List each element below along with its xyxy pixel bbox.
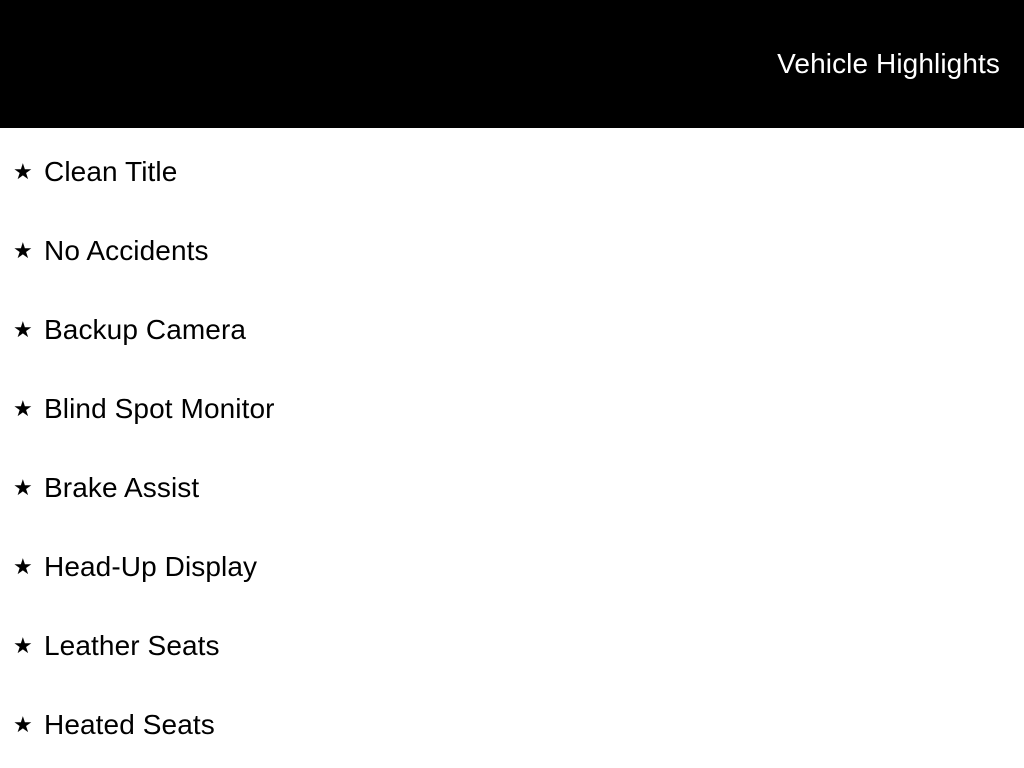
- highlight-label: Blind Spot Monitor: [44, 392, 275, 424]
- list-item: ★ Brake Assist: [0, 448, 1024, 527]
- star-icon: ★: [13, 711, 33, 737]
- list-item: ★ No Accidents: [0, 211, 1024, 290]
- page-title: Vehicle Highlights: [777, 48, 1000, 79]
- star-icon: ★: [13, 158, 33, 184]
- list-item: ★ Blind Spot Monitor: [0, 369, 1024, 448]
- highlight-label: Brake Assist: [44, 471, 200, 503]
- list-item: ★ Backup Camera: [0, 290, 1024, 369]
- star-icon: ★: [13, 632, 33, 658]
- list-item: ★ Head-Up Display: [0, 527, 1024, 606]
- highlight-label: Heated Seats: [44, 708, 215, 740]
- list-item: ★ Heated Seats: [0, 685, 1024, 764]
- star-icon: ★: [13, 316, 33, 342]
- highlight-label: Clean Title: [44, 155, 178, 187]
- list-item: ★ Leather Seats: [0, 606, 1024, 685]
- list-item: ★ Clean Title: [0, 128, 1024, 211]
- highlight-label: Leather Seats: [44, 629, 220, 661]
- star-icon: ★: [13, 395, 33, 421]
- highlight-label: No Accidents: [44, 234, 209, 266]
- highlight-label: Head-Up Display: [44, 550, 258, 582]
- highlight-label: Backup Camera: [44, 313, 247, 345]
- vehicle-highlights-list: ★ Clean Title ★ No Accidents ★ Backup Ca…: [0, 128, 1024, 764]
- star-icon: ★: [13, 553, 33, 579]
- header-bar: Vehicle Highlights: [0, 0, 1024, 128]
- star-icon: ★: [13, 474, 33, 500]
- star-icon: ★: [13, 237, 33, 263]
- vehicle-highlights-slide: Vehicle Highlights ★ Clean Title ★ No Ac…: [0, 0, 1024, 768]
